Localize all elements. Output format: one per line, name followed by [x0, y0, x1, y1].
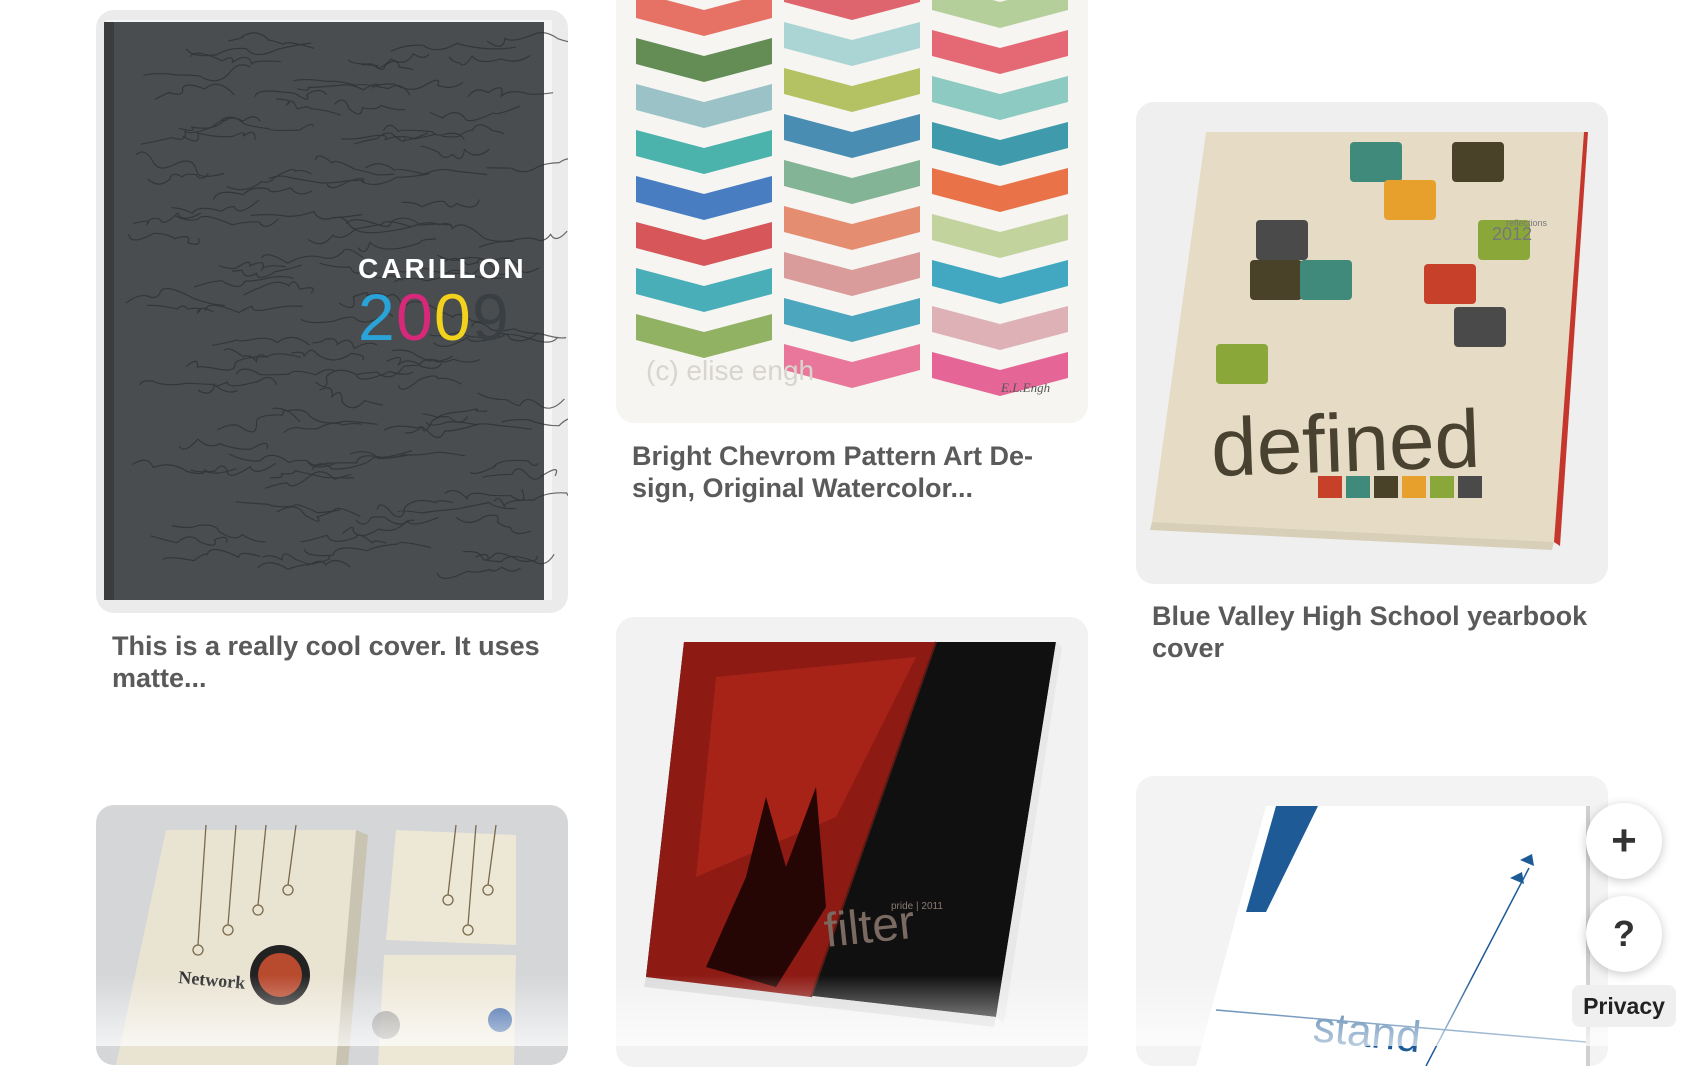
chevron-stroke [784, 114, 920, 158]
cover-square [1216, 344, 1268, 384]
artist-signature: E.L.Engh [1000, 380, 1050, 395]
chevron-stroke [932, 168, 1068, 212]
chevron-stroke [932, 0, 1068, 28]
plus-icon: + [1611, 816, 1637, 865]
cover-square [1384, 180, 1436, 220]
help-button[interactable]: ? [1586, 896, 1662, 972]
chevron-stroke [932, 214, 1068, 258]
chevron-stroke [932, 260, 1068, 304]
cover-square [1350, 142, 1402, 182]
cover-square [1452, 142, 1504, 182]
pin-title-chevron[interactable]: Bright Chevrom Pattern Art De-sign, Orig… [632, 440, 1072, 504]
chevron-stroke [784, 0, 920, 20]
cover-strip-square [1346, 476, 1370, 498]
cover-square [1454, 307, 1506, 347]
chevron-stroke [784, 68, 920, 112]
cover-strip-square [1402, 476, 1426, 498]
pin-image-filter[interactable]: pride | 2011 filter [616, 617, 1088, 1067]
create-pin-button[interactable]: + [1586, 803, 1662, 879]
pin-image-network[interactable]: Network [96, 805, 568, 1065]
question-icon: ? [1613, 913, 1635, 954]
pin-title-carillon[interactable]: This is a really cool cover. It uses mat… [112, 630, 552, 694]
cover-square [1424, 264, 1476, 304]
chevron-stroke [636, 0, 772, 36]
chevron-stroke [636, 222, 772, 266]
chevron-stroke [636, 38, 772, 82]
chevron-stroke [636, 314, 772, 358]
cover-strip-square [1318, 476, 1342, 498]
cover-year: 2012 [1492, 224, 1532, 244]
chevron-stroke [784, 206, 920, 250]
chevron-stroke [784, 252, 920, 296]
cover-square [1250, 260, 1302, 300]
chevron-stroke [784, 22, 920, 66]
chevron-stroke [636, 84, 772, 128]
chevron-stroke [784, 298, 920, 342]
cover-strip-square [1430, 476, 1454, 498]
pin-image-carillon[interactable]: CARILLON 2 0 0 9 [96, 10, 568, 613]
chevron-stroke [932, 30, 1068, 74]
year-digit-2: 0 [396, 280, 433, 354]
chevron-stroke [636, 268, 772, 312]
chevron-stroke [636, 176, 772, 220]
chevron-stroke [932, 122, 1068, 166]
pin-image-stand[interactable]: stand [1136, 776, 1608, 1066]
cover-square [1300, 260, 1352, 300]
chevron-stroke [932, 76, 1068, 120]
privacy-button[interactable]: Privacy [1572, 985, 1676, 1027]
cover-strip-square [1458, 476, 1482, 498]
year-digit-4: 9 [472, 280, 509, 354]
chevron-stroke [784, 160, 920, 204]
pin-image-defined[interactable]: reflections 2012 defined [1136, 102, 1608, 584]
cover-word: filter [822, 896, 918, 958]
cover-strip-square [1374, 476, 1398, 498]
chevron-stroke [636, 130, 772, 174]
watermark-text: (c) elise engh [646, 355, 814, 386]
chevron-stroke [932, 306, 1068, 350]
pin-image-chevron[interactable]: (c) elise engh E.L.Engh [616, 0, 1088, 423]
year-digit-1: 2 [358, 280, 395, 354]
pin-title-defined[interactable]: Blue Valley High School yearbook cover [1152, 600, 1592, 664]
cover-square [1256, 220, 1308, 260]
year-digit-3: 0 [434, 280, 471, 354]
